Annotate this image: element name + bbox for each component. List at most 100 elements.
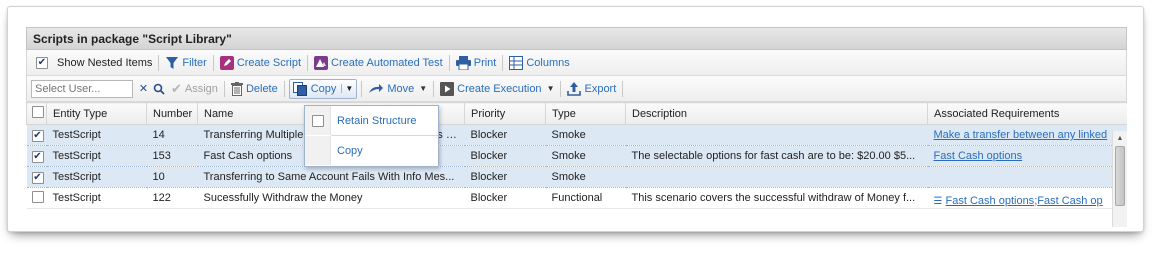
assign-check-icon: ✔	[171, 80, 182, 96]
panel-title: Scripts in package "Script Library"	[26, 27, 1127, 50]
move-dropdown-arrow-icon[interactable]: ▼	[419, 84, 427, 93]
cell-name: Transferring to Same Account Fails With …	[197, 166, 465, 188]
cell-description	[625, 124, 928, 146]
column-header-associated-requirements[interactable]: Associated Requirements	[927, 102, 1127, 125]
select-all-checkbox[interactable]	[32, 106, 44, 118]
requirement-link[interactable]: Fast Cash op	[1037, 195, 1102, 207]
cell-type: Smoke	[545, 124, 626, 146]
cell-entity-type: TestScript	[46, 124, 147, 146]
column-header-type[interactable]: Type	[545, 102, 626, 125]
scripts-table: Entity Type Number Name Priority Type De…	[26, 102, 1127, 209]
divider	[502, 54, 504, 71]
filter-label: Filter	[182, 56, 207, 69]
row-checkbox[interactable]	[31, 190, 44, 203]
requirement-link[interactable]: Make a transfer between any linked	[934, 129, 1108, 141]
create-execution-button[interactable]: Create Execution ▼	[435, 79, 559, 99]
cell-number: 14	[146, 124, 198, 146]
move-label: Move	[387, 82, 415, 95]
move-button[interactable]: Move ▼	[363, 79, 432, 99]
show-nested-label: Show Nested Items	[57, 56, 153, 69]
cell-associated-requirements: ☰ Fast Cash options;Fast Cash op	[927, 187, 1127, 209]
toolbar-actions: ✕ ✔ Assign Delete Copy ▼ Move	[26, 76, 1127, 102]
export-button[interactable]: Export	[562, 79, 621, 99]
cell-description: This scenario covers the successful with…	[625, 187, 928, 209]
menu-item-retain-structure[interactable]: Retain Structure	[305, 106, 438, 135]
scripts-panel: Scripts in package "Script Library" ✔ Sh…	[26, 27, 1127, 227]
show-nested-checkbox[interactable]: ✔	[36, 56, 48, 69]
cell-number: 122	[146, 187, 198, 209]
cell-priority: Blocker	[464, 187, 546, 209]
script-pencil-icon	[219, 55, 234, 70]
copy-dropdown-arrow-icon[interactable]: ▼	[341, 84, 353, 93]
table-row[interactable]: ✔ TestScript 10 Transferring to Same Acc…	[26, 166, 1127, 188]
menu-item-copy[interactable]: Copy	[305, 136, 438, 165]
cell-name: Sucessfully Withdraw the Money	[197, 187, 465, 209]
create-automated-test-label: Create Automated Test	[331, 56, 443, 69]
row-checkbox-cell[interactable]: ✔	[26, 145, 47, 167]
scroll-thumb[interactable]	[1115, 146, 1125, 206]
cell-priority: Blocker	[464, 166, 546, 188]
row-checkbox[interactable]: ✔	[31, 171, 44, 184]
table-row[interactable]: ✔ TestScript 153 Fast Cash options Block…	[26, 145, 1127, 167]
create-automated-test-button[interactable]: Create Automated Test	[309, 53, 448, 73]
divider	[433, 80, 435, 97]
column-header-description[interactable]: Description	[625, 102, 928, 125]
filter-button[interactable]: Filter	[160, 53, 211, 73]
column-header-entity-type[interactable]: Entity Type	[46, 102, 147, 125]
trash-icon	[230, 81, 243, 96]
list-icon: ☰	[933, 196, 943, 207]
columns-button[interactable]: Columns	[504, 53, 574, 73]
scroll-up-arrow-icon[interactable]: ▲	[1113, 131, 1127, 145]
search-user-icon[interactable]	[151, 80, 166, 97]
retain-structure-checkbox[interactable]	[311, 114, 324, 127]
requirement-link[interactable]: Fast Cash options	[946, 195, 1035, 207]
automated-test-icon	[314, 55, 329, 70]
cell-description: The selectable options for fast cash are…	[625, 145, 928, 167]
clear-user-icon[interactable]: ✕	[136, 80, 151, 97]
column-header-number[interactable]: Number	[146, 102, 198, 125]
retain-structure-label: Retain Structure	[337, 114, 417, 127]
copy-icon	[292, 81, 307, 96]
row-checkbox-cell[interactable]	[26, 187, 47, 209]
printer-icon	[455, 55, 471, 70]
table-header-row: Entity Type Number Name Priority Type De…	[26, 102, 1127, 125]
menu-gutter	[305, 106, 331, 135]
columns-grid-icon	[509, 55, 524, 70]
cell-description	[625, 166, 928, 188]
export-upload-icon	[567, 81, 582, 96]
cell-entity-type: TestScript	[46, 166, 147, 188]
columns-label: Columns	[526, 56, 570, 69]
table-row[interactable]: TestScript 122 Sucessfully Withdraw the …	[26, 187, 1127, 209]
move-arrow-icon	[369, 83, 384, 93]
print-button[interactable]: Print	[451, 53, 502, 73]
divider	[283, 80, 285, 97]
select-all-header[interactable]	[26, 102, 47, 125]
row-checkbox-cell[interactable]: ✔	[26, 166, 47, 188]
create-script-button[interactable]: Create Script	[215, 53, 306, 73]
show-nested-items-toggle[interactable]: ✔ Show Nested Items	[31, 53, 157, 73]
delete-button[interactable]: Delete	[226, 79, 283, 99]
select-user-input[interactable]	[31, 79, 133, 98]
toolbar-top: ✔ Show Nested Items Filter Create Script…	[26, 50, 1127, 76]
column-header-priority[interactable]: Priority	[464, 102, 546, 125]
menu-gutter	[305, 136, 331, 165]
cell-number: 10	[146, 166, 198, 188]
copy-button[interactable]: Copy ▼	[288, 78, 358, 99]
menu-copy-label: Copy	[337, 144, 363, 157]
vertical-scrollbar[interactable]: ▲	[1112, 131, 1127, 227]
cell-type: Functional	[545, 187, 626, 209]
assign-button[interactable]: ✔ Assign	[166, 79, 223, 99]
create-execution-dropdown-arrow-icon[interactable]: ▼	[547, 84, 555, 93]
cell-priority: Blocker	[464, 145, 546, 167]
copy-label: Copy	[310, 82, 337, 95]
row-checkbox-cell[interactable]: ✔	[26, 124, 47, 146]
delete-label: Delete	[245, 82, 278, 95]
row-checkbox[interactable]: ✔	[31, 150, 44, 163]
print-label: Print	[473, 56, 497, 69]
requirement-link[interactable]: Fast Cash options	[934, 150, 1023, 162]
divider	[361, 80, 363, 97]
divider	[307, 54, 309, 71]
table-row[interactable]: ✔ TestScript 14 Transferring Multiple Am…	[26, 124, 1127, 146]
row-checkbox[interactable]: ✔	[31, 129, 44, 142]
cell-type: Smoke	[545, 166, 626, 188]
